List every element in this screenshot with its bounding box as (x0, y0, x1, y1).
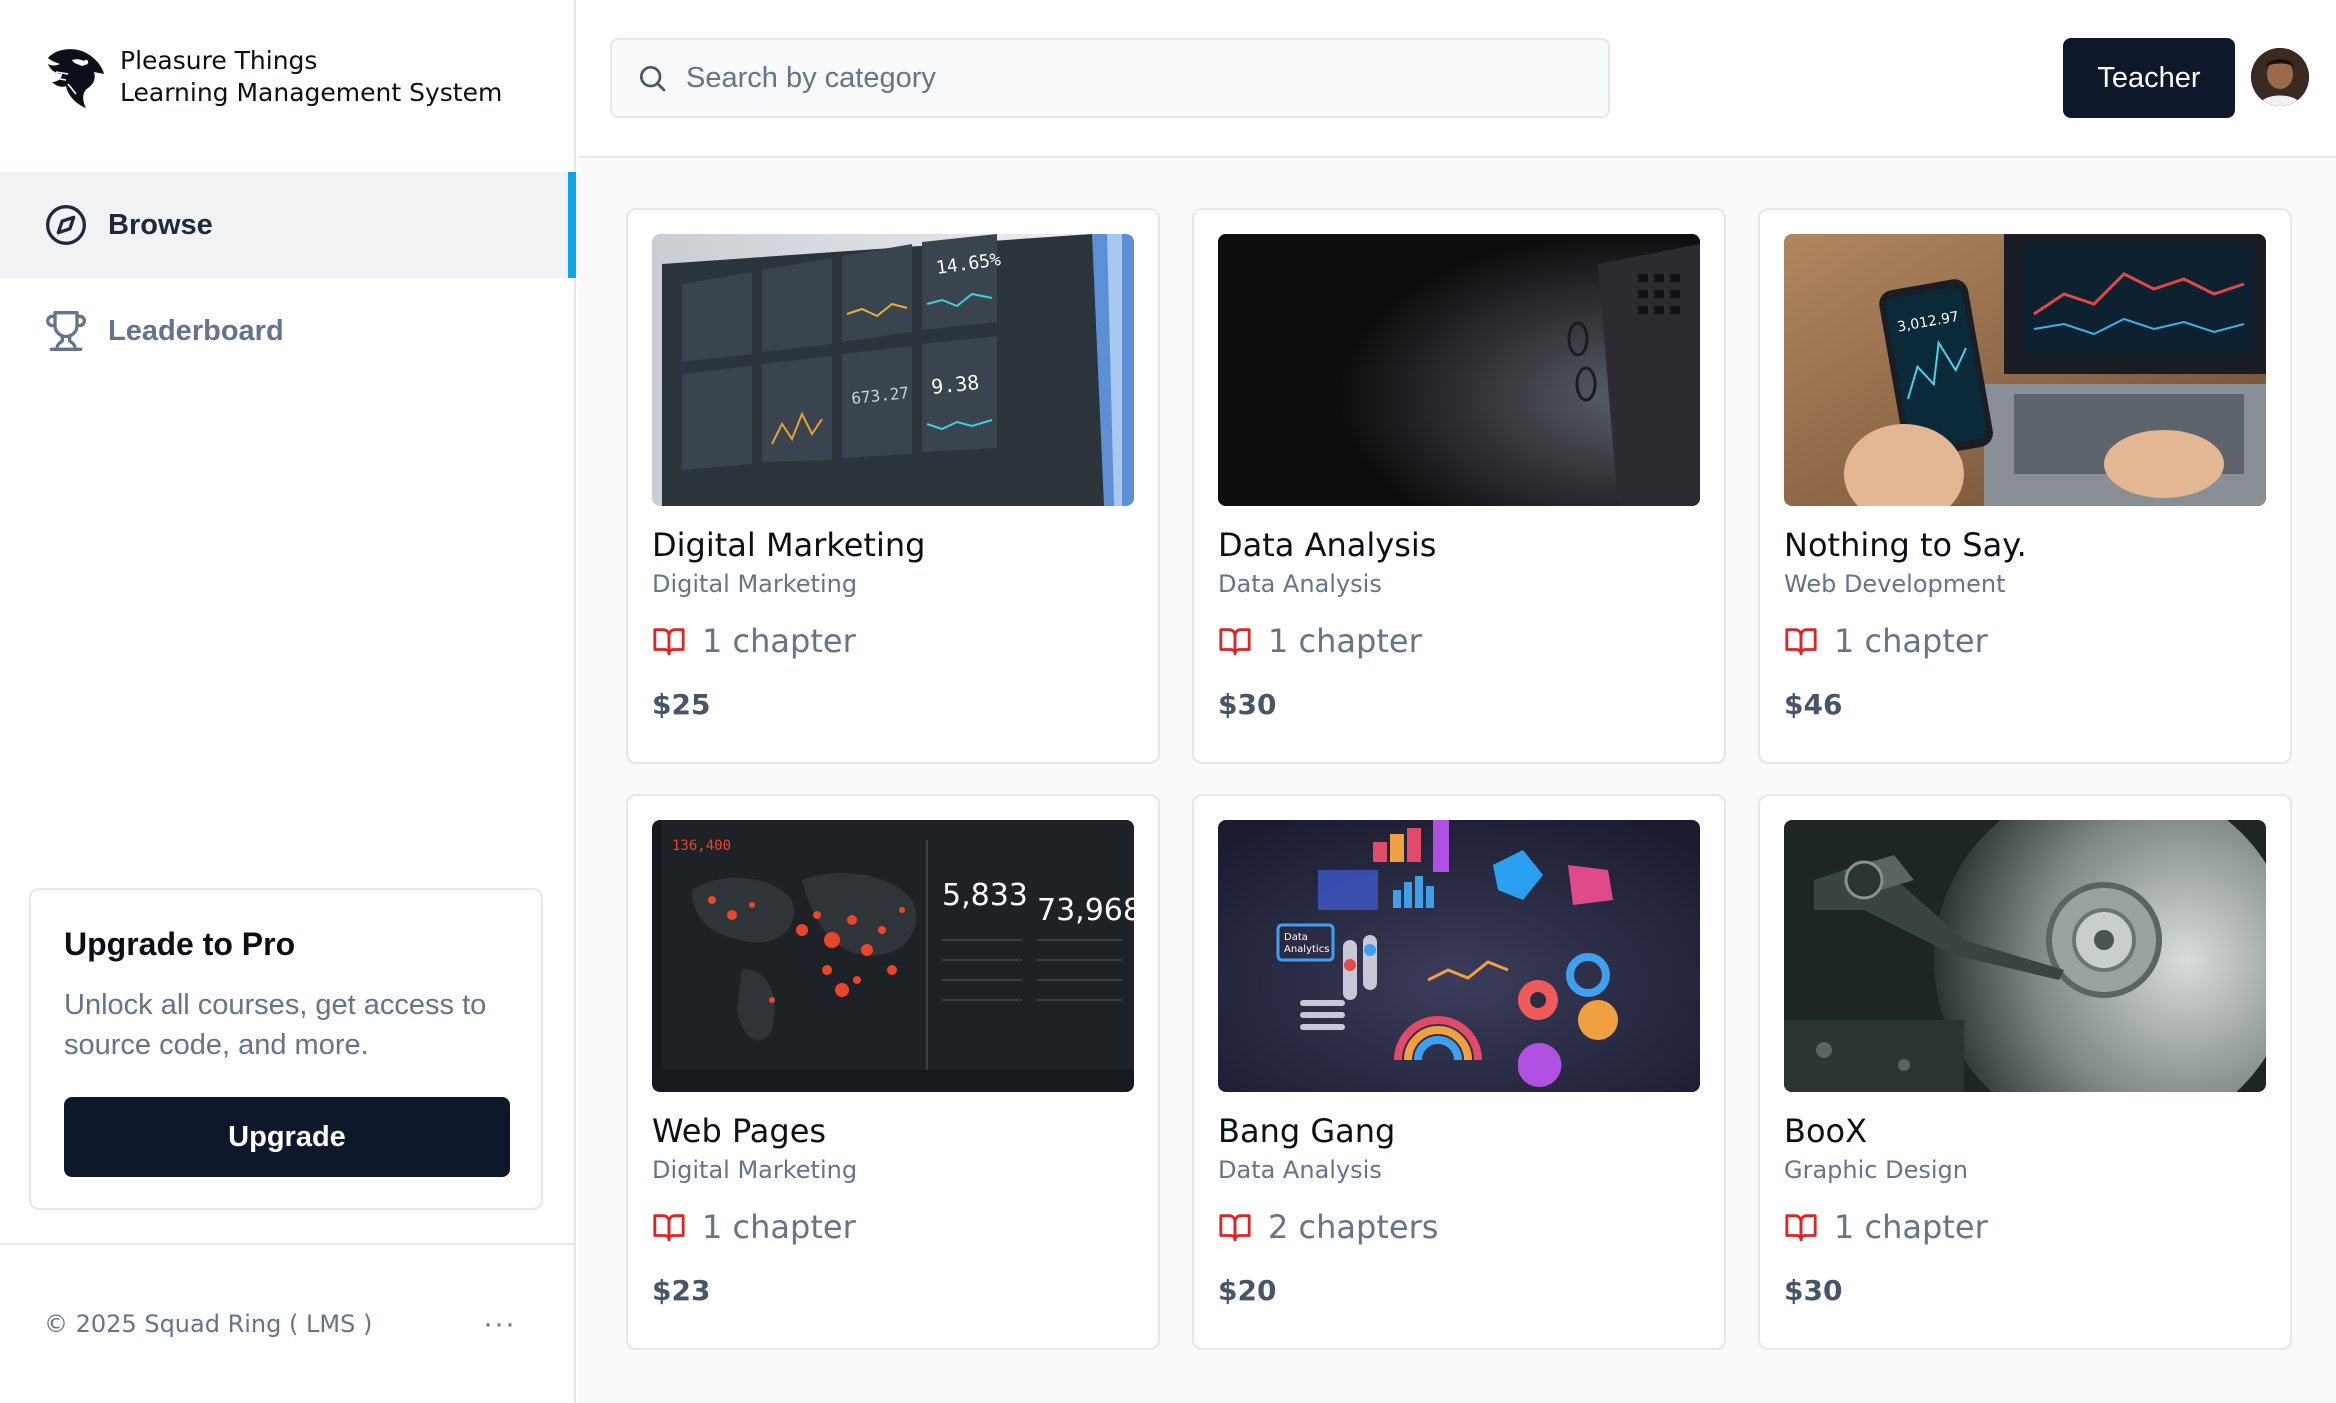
course-title: Data Analysis (1218, 526, 1437, 564)
copyright-text: © 2025 Squad Ring ( LMS ) (44, 1310, 373, 1338)
sidebar-nav: Browse Leaderboard (0, 172, 576, 384)
course-card[interactable]: BooX Graphic Design 1 chapter $30 (1758, 794, 2292, 1350)
course-title: Web Pages (652, 1112, 827, 1150)
course-thumbnail: 14.65% 9.38 673.27 (652, 234, 1134, 506)
course-browser: 14.65% 9.38 673.27 Digital Marketing Dig… (578, 160, 2336, 1403)
course-thumbnail (1218, 234, 1700, 506)
course-chapters: 1 chapter (652, 1208, 1134, 1246)
course-chapters: 1 chapter (652, 622, 1134, 660)
course-chapters: 2 chapters (1218, 1208, 1700, 1246)
world-map-dashboard-image: 136,400 5,833 73,968 (652, 820, 1134, 1092)
sidebar-footer: © 2025 Squad Ring ( LMS ) ··· (0, 1243, 576, 1403)
app-name-line2: Learning Management System (120, 78, 503, 107)
compass-icon (46, 205, 86, 245)
upgrade-description: Unlock all courses, get access to source… (64, 989, 487, 1061)
course-category: Data Analysis (1218, 570, 1382, 598)
course-thumbnail: 136,400 5,833 73,968 (652, 820, 1134, 1092)
sidebar-item-browse[interactable]: Browse (0, 172, 576, 278)
course-card[interactable]: 14.65% 9.38 673.27 Digital Marketing Dig… (626, 208, 1160, 764)
course-thumbnail (1784, 820, 2266, 1092)
svg-text:73,968: 73,968 (1037, 893, 1134, 928)
course-category: Web Development (1784, 570, 2006, 598)
course-title: Nothing to Say. (1784, 526, 2027, 564)
course-title: BooX (1784, 1112, 1868, 1150)
book-open-icon (653, 1214, 685, 1242)
course-card[interactable]: Data Analysis Data Analysis 1 chapter $3… (1192, 208, 1726, 764)
chapter-count: 1 chapter (702, 622, 856, 660)
chapter-count: 1 chapter (702, 1208, 856, 1246)
course-chapters: 1 chapter (1218, 622, 1700, 660)
dashboard-screens-image: 14.65% 9.38 673.27 (652, 234, 1134, 506)
hard-drive-image (1784, 820, 2266, 1092)
book-open-icon (653, 628, 685, 656)
course-chapters: 1 chapter (1784, 622, 2266, 660)
course-title: Digital Marketing (652, 526, 926, 564)
sidebar-item-label: Browse (108, 208, 213, 241)
book-open-icon (1785, 1214, 1817, 1242)
book-open-icon (1219, 628, 1251, 656)
svg-text:5,833: 5,833 (942, 878, 1028, 913)
search-icon (640, 66, 666, 92)
eagle-logo-icon (48, 49, 104, 108)
course-category: Digital Marketing (652, 1156, 858, 1184)
dark-desk-laptop-image (1218, 234, 1700, 506)
svg-text:136,400: 136,400 (672, 838, 731, 854)
phone-trading-image: 3,012.97 (1784, 234, 2266, 506)
course-card[interactable]: 3,012.97 Nothing to Say. Web Development… (1758, 208, 2292, 764)
course-category: Graphic Design (1784, 1156, 1968, 1184)
sidebar-item-label: Leaderboard (108, 314, 284, 347)
top-header: Teacher (578, 0, 2336, 158)
chapter-count: 1 chapter (1834, 622, 1988, 660)
course-thumbnail: Data Analytics (1218, 820, 1700, 1092)
course-grid: 14.65% 9.38 673.27 Digital Marketing Dig… (626, 208, 2292, 1350)
course-thumbnail: 3,012.97 (1784, 234, 2266, 506)
course-price: $20 (1218, 1274, 1277, 1307)
avatar-icon (2251, 48, 2309, 106)
sidebar-item-leaderboard[interactable]: Leaderboard (0, 278, 576, 384)
3d-analytics-image: Data Analytics (1218, 820, 1700, 1092)
course-card[interactable]: Data Analytics Bang Gang Data Analysis 2… (1192, 794, 1726, 1350)
book-open-icon (1219, 1214, 1251, 1242)
app-name-line1: Pleasure Things (120, 46, 318, 75)
svg-text:9.38: 9.38 (930, 370, 980, 399)
book-open-icon (1785, 628, 1817, 656)
course-price: $30 (1784, 1274, 1843, 1307)
course-price: $30 (1218, 688, 1277, 721)
course-card[interactable]: 136,400 5,833 73,968 Web Pages Digital M… (626, 794, 1160, 1350)
course-price: $46 (1784, 688, 1843, 721)
course-title: Bang Gang (1218, 1112, 1396, 1150)
more-options-icon[interactable]: ··· (483, 1307, 516, 1341)
search-input[interactable] (686, 61, 1586, 95)
course-category: Data Analysis (1218, 1156, 1382, 1184)
course-price: $23 (652, 1274, 711, 1307)
chapter-count: 2 chapters (1268, 1208, 1439, 1246)
teacher-mode-button[interactable]: Teacher (2063, 38, 2235, 118)
chapter-count: 1 chapter (1834, 1208, 1988, 1246)
course-category: Digital Marketing (652, 570, 858, 598)
course-price: $25 (652, 688, 711, 721)
sidebar: Pleasure Things Learning Management Syst… (0, 0, 576, 1403)
user-avatar[interactable] (2251, 48, 2309, 106)
app-logo[interactable]: Pleasure Things Learning Management Syst… (42, 44, 502, 110)
upgrade-button[interactable]: Upgrade (64, 1097, 510, 1177)
trophy-icon (46, 311, 86, 351)
upgrade-card: Upgrade to Pro Unlock all courses, get a… (29, 888, 543, 1210)
chapter-count: 1 chapter (1268, 622, 1422, 660)
upgrade-title: Upgrade to Pro (64, 926, 296, 962)
svg-text:Analytics: Analytics (1284, 944, 1329, 955)
course-chapters: 1 chapter (1784, 1208, 2266, 1246)
svg-text:Data: Data (1284, 932, 1308, 943)
app-name: Pleasure Things Learning Management Syst… (120, 45, 502, 109)
search-bar[interactable] (610, 38, 1610, 118)
